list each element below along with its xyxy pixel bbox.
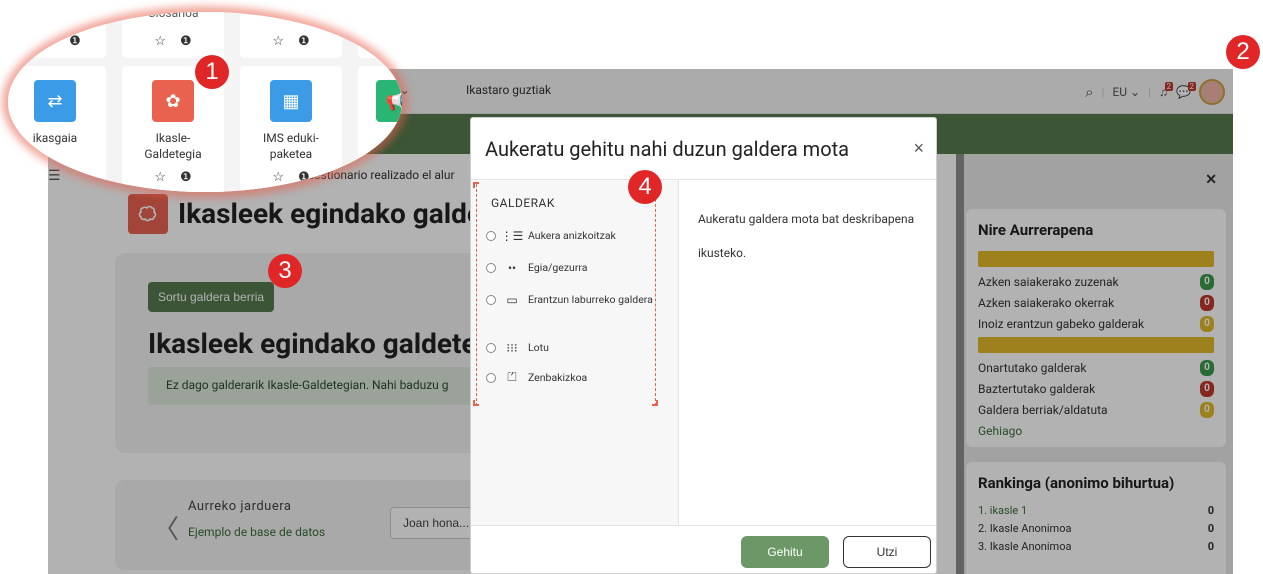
question-type-option[interactable]: ▭ Erantzun laburreko galdera <box>486 292 671 307</box>
question-type-option[interactable]: •• Egia/gezurra <box>486 260 671 275</box>
tile-name: IMS eduki-paketea <box>263 131 319 161</box>
question-type-option[interactable]: ⁝⁝⁝ Lotu <box>486 340 671 355</box>
star-icon[interactable]: ☆ <box>154 170 166 185</box>
megaphone-icon: 📢 <box>376 80 402 122</box>
info-icon[interactable]: ❶ <box>298 34 310 49</box>
tile-partial[interactable] <box>358 12 402 58</box>
numeric-icon: ⏍ <box>507 370 517 384</box>
info-icon[interactable]: ❶ <box>180 34 192 49</box>
question-type-label: Erantzun laburreko galdera <box>528 293 653 306</box>
star-icon[interactable]: ☆ <box>272 170 284 185</box>
star-icon[interactable]: ☆ <box>272 34 284 49</box>
info-icon[interactable]: ❶ <box>298 170 310 185</box>
package-icon: ▦ <box>270 80 312 122</box>
activity-chooser-zoom: Glosarioa ☆ ❶ ☆ ❶ ❶ ⇄ ikasgaia ✿ Ikasle- Ga… <box>8 12 402 192</box>
section-title: GALDERAK <box>491 196 555 210</box>
tile-glossary[interactable]: Glosarioa ☆ ❶ <box>122 12 224 58</box>
tile-name: ikasgaia <box>32 131 78 145</box>
add-button[interactable]: Gehitu <box>741 536 829 568</box>
dialog-footer: Gehitu Utzi <box>471 525 936 573</box>
list-icon: ⋮☰ <box>500 228 524 243</box>
tile-name: Glosarioa <box>147 12 199 20</box>
question-type-dialog: Aukeratu gehitu nahi duzun galdera mota … <box>470 117 937 574</box>
matching-icon: ⁝⁝⁝ <box>506 340 518 355</box>
close-icon[interactable]: × <box>913 138 924 159</box>
callout-2: 2 <box>1226 35 1260 69</box>
callout-1: 1 <box>195 55 229 89</box>
question-type-label: Lotu <box>528 341 549 354</box>
star-icon[interactable]: ☆ <box>154 34 166 49</box>
question-type-option[interactable]: ⋮☰ Aukera anizkoitzak <box>486 228 671 243</box>
radio-button[interactable] <box>486 342 496 353</box>
radio-button[interactable] <box>486 230 496 241</box>
dialog-title: Aukeratu gehitu nahi duzun galdera mota <box>485 137 850 161</box>
question-type-label: Egia/gezurra <box>528 261 588 274</box>
question-type-label: Aukera anizkoitzak <box>528 229 616 242</box>
radio-button[interactable] <box>486 294 496 305</box>
tile-partial[interactable]: 📢 <box>358 66 402 192</box>
tile-partial[interactable]: ❶ <box>8 12 106 58</box>
question-type-list: GALDERAK ⋮☰ Aukera anizkoitzak •• Egia/gezu… <box>471 180 679 525</box>
lesson-icon: ⇄ <box>34 80 76 122</box>
tile-name: Ikasle- Galdetegia <box>144 131 202 161</box>
question-type-option[interactable]: ⏍ Zenbakizkoa <box>486 370 671 385</box>
radio-button[interactable] <box>486 372 496 383</box>
info-icon[interactable]: ❶ <box>69 34 81 49</box>
tile-ikasgaia[interactable]: ⇄ ikasgaia <box>8 66 106 192</box>
callout-3: 3 <box>268 254 302 288</box>
brain-icon: ✿ <box>152 80 194 122</box>
input-box-icon: ▭ <box>506 292 518 307</box>
radio-button[interactable] <box>486 262 496 273</box>
question-type-label: Zenbakizkoa <box>528 371 588 384</box>
info-icon[interactable]: ❶ <box>180 170 192 185</box>
tile-ims-package[interactable]: ▦ IMS eduki-paketea ☆ ❶ <box>240 66 342 192</box>
dialog-header: Aukeratu gehitu nahi duzun galdera mota … <box>471 118 936 180</box>
tile-partial[interactable]: ☆ ❶ <box>240 12 342 58</box>
cancel-button[interactable]: Utzi <box>843 536 931 568</box>
callout-4: 4 <box>628 170 662 204</box>
dots-icon: •• <box>507 260 517 275</box>
description-pane: Aukeratu galdera mota bat deskribapena i… <box>680 180 936 525</box>
description-text: Aukeratu galdera mota bat deskribapena i… <box>698 212 915 260</box>
